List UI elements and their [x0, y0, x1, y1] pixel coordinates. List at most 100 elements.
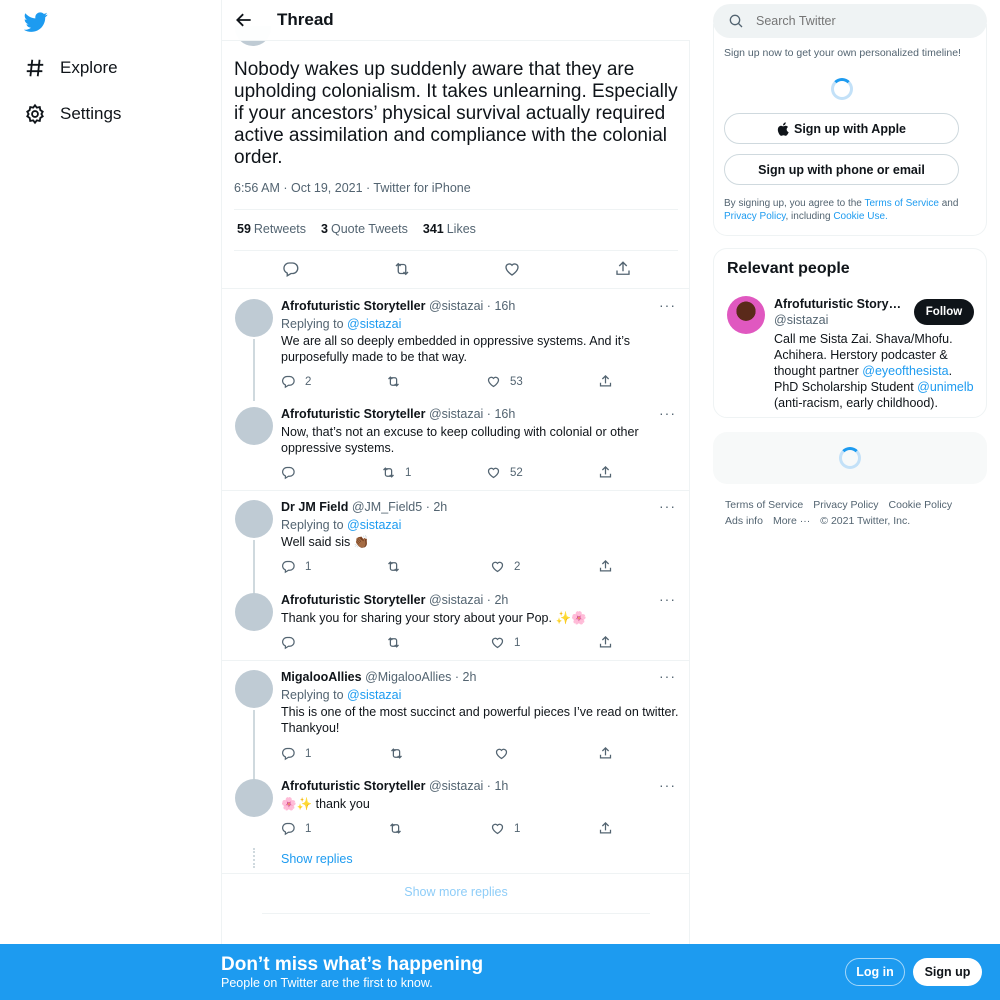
- like-button[interactable]: 52: [486, 465, 523, 480]
- share-button[interactable]: [598, 374, 622, 389]
- author-name[interactable]: Afrofuturistic Storyteller: [281, 779, 425, 793]
- search-bar[interactable]: [713, 4, 987, 38]
- avatar[interactable]: [235, 407, 273, 445]
- share-button[interactable]: [598, 465, 622, 480]
- signup-phone-email-button[interactable]: Sign up with phone or email: [724, 154, 959, 185]
- reply-header: Dr JM Field @JM_Field5 · 2h: [281, 500, 448, 514]
- mention-link[interactable]: @sistazai: [347, 518, 401, 532]
- privacy-link[interactable]: Privacy Policy: [724, 211, 786, 222]
- reply-icon[interactable]: [282, 260, 300, 278]
- like-button[interactable]: [494, 746, 518, 761]
- like-button[interactable]: 1: [490, 635, 520, 650]
- like-button[interactable]: 1: [490, 821, 520, 836]
- author-name[interactable]: Afrofuturistic Storyteller: [281, 407, 425, 421]
- mention-link[interactable]: @sistazai: [347, 317, 401, 331]
- more-icon[interactable]: ···: [659, 405, 676, 421]
- follow-button[interactable]: Follow: [914, 299, 974, 325]
- share-button[interactable]: [598, 821, 622, 836]
- author-handle[interactable]: @sistazai: [429, 779, 483, 793]
- quotes-stat[interactable]: 3 Quote Tweets: [321, 222, 408, 236]
- share-icon[interactable]: [614, 260, 632, 278]
- twitter-logo-icon[interactable]: [24, 10, 48, 34]
- author-handle[interactable]: @sistazai: [429, 407, 483, 421]
- like-icon[interactable]: [503, 260, 521, 278]
- reply-text: 🌸✨ thank you: [281, 797, 370, 811]
- avatar[interactable]: [235, 299, 273, 337]
- person-handle[interactable]: @sistazai: [774, 313, 828, 327]
- reply-time[interactable]: 2h: [494, 593, 508, 607]
- avatar[interactable]: [235, 779, 273, 817]
- author-handle[interactable]: @sistazai: [429, 299, 483, 313]
- mention-link[interactable]: @eyeofthesista: [862, 364, 948, 378]
- reply-button[interactable]: [281, 635, 305, 650]
- reply-button[interactable]: 1: [281, 559, 311, 574]
- reply-time[interactable]: 2h: [463, 670, 477, 684]
- terms-link[interactable]: Terms of Service: [864, 198, 938, 209]
- more-icon[interactable]: ···: [659, 668, 676, 684]
- retweet-button[interactable]: [386, 635, 410, 650]
- back-arrow-icon[interactable]: [234, 10, 254, 30]
- footer-link-privacy[interactable]: Privacy Policy: [813, 497, 878, 513]
- footer-link-cookie[interactable]: Cookie Policy: [889, 497, 953, 513]
- login-button[interactable]: Log in: [845, 958, 905, 986]
- reply-button[interactable]: 1: [281, 746, 311, 761]
- share-button[interactable]: [598, 746, 622, 761]
- nav-explore-label: Explore: [60, 58, 118, 77]
- retweet-button[interactable]: 1: [381, 465, 411, 480]
- reply-button[interactable]: [281, 465, 305, 480]
- reply-item[interactable]: Afrofuturistic Storyteller @sistazai · 2…: [222, 583, 690, 660]
- more-icon[interactable]: ···: [659, 498, 676, 514]
- show-replies-link[interactable]: Show replies: [281, 852, 353, 866]
- retweet-button[interactable]: [389, 746, 413, 761]
- retweet-button[interactable]: [386, 374, 410, 389]
- retweet-button[interactable]: [388, 821, 412, 836]
- avatar[interactable]: [235, 670, 273, 708]
- retweet-button[interactable]: [386, 559, 410, 574]
- reply-item[interactable]: Dr JM Field @JM_Field5 · 2h ··· Replying…: [222, 490, 690, 594]
- reply-time[interactable]: 1h: [494, 779, 508, 793]
- more-icon[interactable]: ···: [659, 777, 676, 793]
- tweet-meta[interactable]: 6:56 AM · Oct 19, 2021 · Twitter for iPh…: [234, 181, 471, 195]
- avatar[interactable]: [235, 500, 273, 538]
- like-button[interactable]: 2: [490, 559, 520, 574]
- author-name[interactable]: Afrofuturistic Storyteller: [281, 299, 425, 313]
- share-button[interactable]: [598, 559, 622, 574]
- more-icon[interactable]: ···: [659, 591, 676, 607]
- avatar[interactable]: [727, 296, 765, 334]
- author-handle[interactable]: @sistazai: [429, 593, 483, 607]
- reply-item[interactable]: Afrofuturistic Storyteller @sistazai · 1…: [222, 397, 690, 490]
- search-input[interactable]: [756, 14, 956, 28]
- reply-time[interactable]: 16h: [494, 407, 515, 421]
- author-name[interactable]: Dr JM Field: [281, 500, 348, 514]
- signup-button[interactable]: Sign up: [913, 958, 982, 986]
- more-icon[interactable]: ···: [659, 297, 676, 313]
- retweets-stat[interactable]: 59 Retweets: [237, 222, 306, 236]
- like-button[interactable]: 53: [486, 374, 523, 389]
- avatar[interactable]: [235, 593, 273, 631]
- author-handle[interactable]: @MigalooAllies: [365, 670, 451, 684]
- cookie-link[interactable]: Cookie Use.: [833, 211, 887, 222]
- reply-time[interactable]: 16h: [494, 299, 515, 313]
- person-name[interactable]: Afrofuturistic Storyteller: [774, 297, 904, 311]
- show-more-replies-button[interactable]: Show more replies: [222, 885, 690, 899]
- mention-link[interactable]: @unimelb: [917, 380, 973, 394]
- nav-explore[interactable]: Explore: [24, 53, 118, 83]
- reply-item[interactable]: Afrofuturistic Storyteller @sistazai · 1…: [222, 289, 690, 401]
- reply-button[interactable]: 2: [281, 374, 311, 389]
- footer-link-more[interactable]: More ···: [773, 513, 810, 529]
- likes-stat[interactable]: 341 Likes: [423, 222, 476, 236]
- footer-link-terms[interactable]: Terms of Service: [725, 497, 803, 513]
- author-name[interactable]: Afrofuturistic Storyteller: [281, 593, 425, 607]
- share-button[interactable]: [598, 635, 622, 650]
- reply-item[interactable]: Afrofuturistic Storyteller @sistazai · 1…: [222, 769, 690, 849]
- footer-link-ads[interactable]: Ads info: [725, 513, 763, 529]
- author-handle[interactable]: @JM_Field5: [352, 500, 422, 514]
- mention-link[interactable]: @sistazai: [347, 688, 401, 702]
- reply-time[interactable]: 2h: [433, 500, 447, 514]
- reply-button[interactable]: 1: [281, 821, 311, 836]
- author-name[interactable]: MigalooAllies: [281, 670, 362, 684]
- signup-apple-button[interactable]: Sign up with Apple: [724, 113, 959, 144]
- nav-settings[interactable]: Settings: [24, 99, 121, 129]
- reply-item[interactable]: MigalooAllies @MigalooAllies · 2h ··· Re…: [222, 660, 690, 780]
- retweet-icon[interactable]: [393, 260, 411, 278]
